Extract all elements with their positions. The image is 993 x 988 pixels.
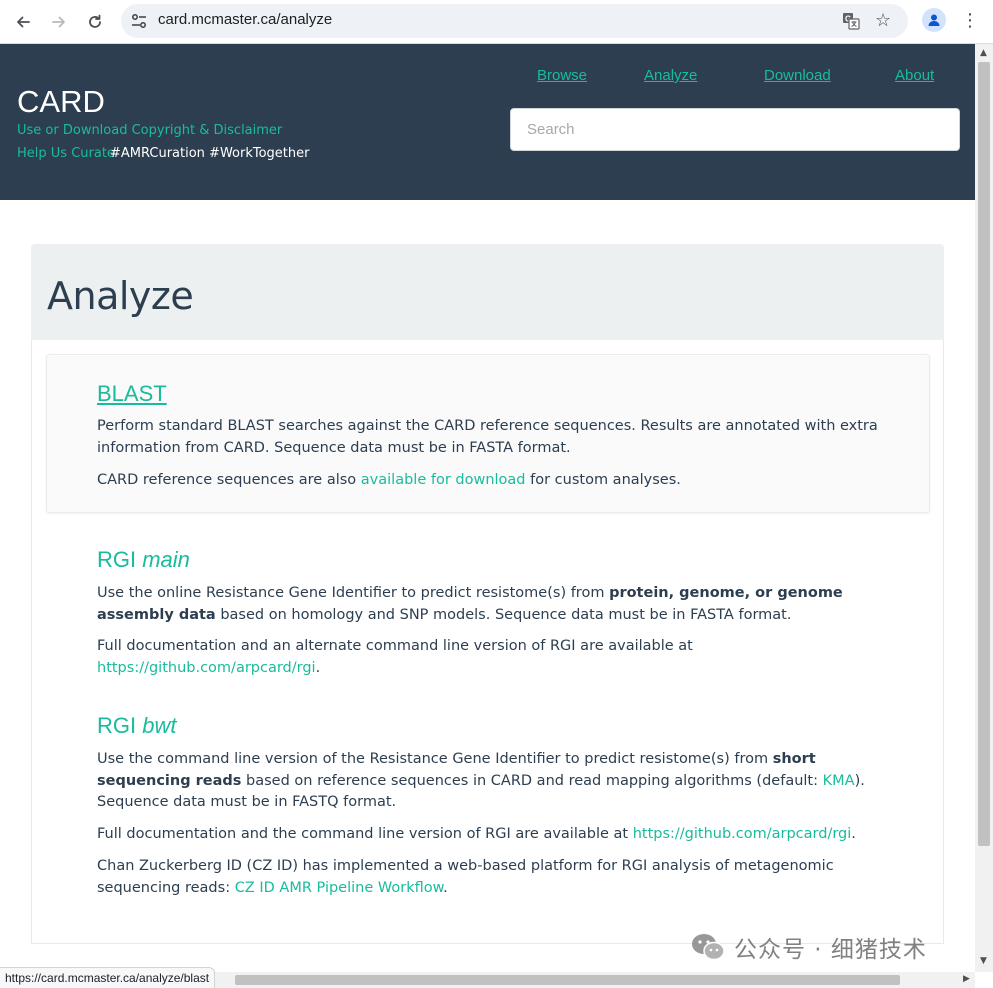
- rgi-main-desc-post: based on homology and SNP models. Sequen…: [215, 606, 792, 623]
- rgi-bwt-docs-pre: Full documentation and the command line …: [97, 826, 633, 842]
- link-status-bar: https://card.mcmaster.ca/analyze/blast: [0, 967, 216, 988]
- site-logo[interactable]: CARD: [17, 84, 105, 120]
- wechat-icon: [692, 934, 725, 961]
- rgi-bwt-description: Use the command line version of the Resi…: [97, 749, 887, 814]
- url-text[interactable]: card.mcmaster.ca/analyze: [158, 11, 332, 28]
- rgi-main-docs-post: .: [315, 659, 321, 676]
- rgi-bwt-desc-pre: Use the command line version of the Resi…: [97, 751, 773, 767]
- rgi-bwt-link[interactable]: RGI bwt: [97, 713, 176, 739]
- disclaimer-link[interactable]: Use or Download Copyright & Disclaimer: [17, 123, 282, 138]
- kma-link[interactable]: KMA: [823, 773, 855, 789]
- horizontal-scroll-thumb[interactable]: [235, 975, 900, 985]
- watermark-text: 公众号 · 细猪技术: [734, 937, 927, 963]
- person-icon: [928, 14, 940, 26]
- nav-analyze-link[interactable]: Analyze: [644, 67, 697, 84]
- hashtags-text: #AMRCuration #WorkTogether: [110, 146, 310, 161]
- search-input[interactable]: [510, 108, 960, 151]
- rgi-main-desc-pre: Use the online Resistance Gene Identifie…: [97, 585, 610, 601]
- blast-link[interactable]: BLAST: [97, 381, 167, 407]
- arrow-left-icon: [17, 16, 30, 28]
- scroll-right-icon[interactable]: ▶: [963, 974, 970, 984]
- wechat-watermark: 公众号 · 细猪技术: [690, 929, 927, 965]
- blast-download-note-pre: CARD reference sequences are also: [97, 472, 361, 488]
- site-header: CARD Use or Download Copyright & Disclai…: [0, 44, 975, 200]
- back-button[interactable]: [9, 8, 37, 36]
- rgi-bwt-docs-post: .: [851, 826, 856, 842]
- blast-download-note: CARD reference sequences are also availa…: [97, 470, 887, 492]
- rgi-github-link[interactable]: https://github.com/arpcard/rgi: [97, 660, 316, 676]
- rgi-main-description: Use the online Resistance Gene Identifie…: [97, 583, 887, 626]
- page-title: Analyze: [47, 274, 194, 318]
- star-icon[interactable]: ☆: [875, 10, 891, 31]
- forward-button[interactable]: [45, 8, 73, 36]
- rgi-bwt-title-em: bwt: [142, 713, 177, 738]
- rgi-main-docs-pre: Full documentation and an alternate comm…: [97, 638, 693, 654]
- rgi-bwt-title-pre: RGI: [97, 713, 143, 738]
- blast-download-note-post: for custom analyses.: [525, 472, 681, 488]
- czid-note-pre: Chan Zuckerberg ID (CZ ID) has implement…: [97, 858, 834, 896]
- rgi-bwt-docs-note: Full documentation and the command line …: [97, 824, 887, 846]
- tune-icon[interactable]: [130, 12, 148, 30]
- nav-download-link[interactable]: Download: [764, 67, 831, 84]
- reload-button[interactable]: [81, 8, 109, 36]
- rgi-main-docs-note: Full documentation and an alternate comm…: [97, 636, 887, 679]
- browser-toolbar: card.mcmaster.ca/analyze G ☆ ⋮: [0, 0, 993, 44]
- vertical-scroll-thumb[interactable]: [978, 62, 990, 846]
- available-for-download-link[interactable]: available for download: [361, 472, 526, 488]
- help-curate-link[interactable]: Help Us Curate: [17, 146, 115, 161]
- arrow-right-icon: [52, 16, 65, 28]
- blast-description: Perform standard BLAST searches against …: [97, 418, 878, 456]
- vertical-scrollbar[interactable]: ▲ ▼: [975, 44, 993, 972]
- czid-note-post: .: [443, 879, 448, 896]
- reload-icon: [89, 14, 101, 28]
- nav-browse-link[interactable]: Browse: [537, 67, 587, 84]
- scroll-up-icon[interactable]: ▲: [980, 48, 987, 58]
- rgi-main-link[interactable]: RGI main: [97, 547, 190, 573]
- translate-icon[interactable]: G: [842, 12, 860, 30]
- page-title-banner: Analyze: [31, 244, 944, 340]
- rgi-main-title-em: main: [142, 547, 190, 572]
- nav-about-link[interactable]: About: [895, 67, 934, 84]
- czid-amr-pipeline-link[interactable]: CZ ID AMR Pipeline Workflow: [235, 880, 443, 896]
- rgi-bwt-desc-mid: based on reference sequences in CARD and…: [241, 772, 823, 789]
- profile-button[interactable]: [922, 8, 946, 32]
- address-bar[interactable]: card.mcmaster.ca/analyze G ☆: [121, 4, 908, 38]
- kebab-menu-icon[interactable]: ⋮: [961, 9, 979, 33]
- czid-note: Chan Zuckerberg ID (CZ ID) has implement…: [97, 856, 887, 899]
- rgi-main-title-pre: RGI: [97, 547, 143, 572]
- rgi-bwt-github-link[interactable]: https://github.com/arpcard/rgi: [633, 826, 852, 842]
- scroll-down-icon[interactable]: ▼: [980, 956, 987, 966]
